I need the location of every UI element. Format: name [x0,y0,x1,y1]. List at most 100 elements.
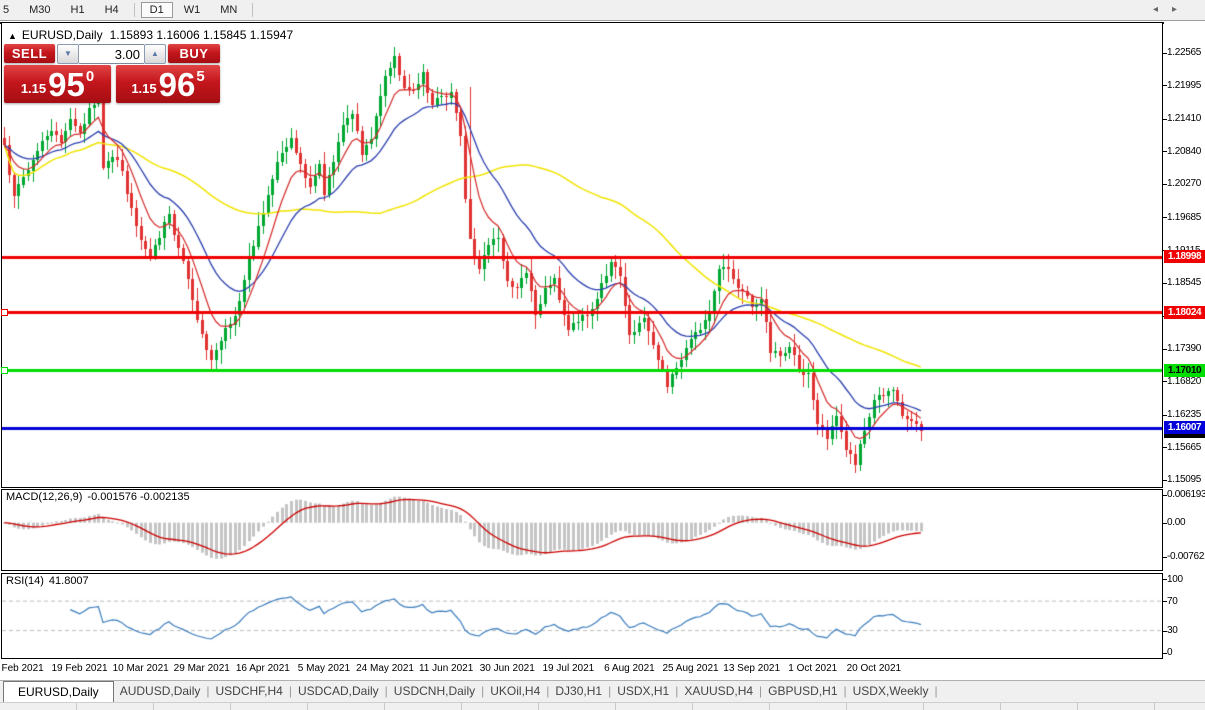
price-tickmark [1163,283,1167,284]
rsi-tick-label: 0 [1167,647,1205,658]
date-tick-label: 13 Sep 2021 [717,663,787,674]
time-axis: 1 Feb 202119 Feb 202110 Mar 202129 Mar 2… [0,659,1205,680]
price-tickmark [1163,151,1167,152]
macd-tickmark [1163,523,1167,524]
timeframe-button-5[interactable]: 5 [1,2,18,18]
tab-separator: | [934,681,937,702]
buy-price-button[interactable]: 1.15 96 5 [116,65,220,103]
volume-increase-button[interactable]: ▲ [144,44,166,64]
price-tickmark [1163,184,1167,185]
toolbar-separator [252,3,253,17]
rsi-tick-label: 70 [1167,596,1205,607]
rsi-value: 41.8007 [49,575,89,587]
volume-decrease-button[interactable]: ▼ [57,44,79,64]
tab-usdx[interactable]: USDX,H1 [611,681,675,702]
tab-usdcad[interactable]: USDCAD,Daily [292,681,385,702]
chart-tab-bar: EURUSD,DailyAUDUSD,Daily|USDCHF,H4|USDCA… [0,680,1205,702]
macd-tick-label: 0.00 [1167,517,1205,528]
timeframe-button-h4[interactable]: H4 [96,2,128,18]
hline-price-tag: 1.18024 [1164,306,1205,319]
one-click-trading-panel: SELL ▼ ▲ BUY 1.15 95 0 1.15 96 5 [4,44,220,103]
price-tickmark [1163,217,1167,218]
rsi-tickmark [1163,601,1167,602]
timeframe-button-d1[interactable]: D1 [141,2,173,18]
tab-usdx[interactable]: USDX,Weekly [847,681,935,702]
price-tick-label: 1.22565 [1167,47,1205,58]
rsi-title: RSI(14) [6,575,44,587]
timeframe-button-mn[interactable]: MN [211,2,246,18]
rsi-tick-label: 30 [1167,625,1205,636]
date-tick-label: 25 Aug 2021 [656,663,726,674]
tab-xauusd[interactable]: XAUUSD,H4 [678,681,759,702]
tab-gbpusd[interactable]: GBPUSD,H1 [762,681,843,702]
timeframe-toolbar: 5M30H1H4 D1W1MN [0,0,1205,21]
tab-dj30[interactable]: DJ30,H1 [549,681,608,702]
price-tick-label: 1.19685 [1167,212,1205,223]
collapse-arrow-icon[interactable]: ▲ [8,31,17,41]
hline-price-tag: 1.16007 [1164,421,1205,434]
date-tick-label: 24 May 2021 [350,663,420,674]
rsi-tickmark [1163,579,1167,580]
buy-button[interactable]: BUY [168,44,220,63]
macd-tick-label: 0.006193 [1167,489,1205,500]
sell-price-prefix: 1.15 [21,81,46,96]
price-tick-label: 1.20270 [1167,178,1205,189]
price-tick-label: 1.17390 [1167,343,1205,354]
hline-drag-handle[interactable] [1,309,8,316]
price-tickmark [1163,447,1167,448]
timeframe-button-h1[interactable]: H1 [62,2,94,18]
date-tick-label: 30 Jun 2021 [472,663,542,674]
status-bar [0,702,1205,710]
tab-eurusd[interactable]: EURUSD,Daily [3,681,114,702]
price-tick-label: 1.15095 [1167,474,1205,485]
timeframe-button-m30[interactable]: M30 [20,2,59,18]
price-tick-label: 1.16820 [1167,376,1205,387]
price-tickmark [1163,349,1167,350]
tab-usdcnh[interactable]: USDCNH,Daily [388,681,481,702]
chart-ohlc-values: 1.15893 1.16006 1.15845 1.15947 [110,28,294,42]
rsi-canvas[interactable] [2,574,1162,658]
chart-symbol-label: EURUSD,Daily [22,28,103,42]
volume-spinner: ▼ ▲ [57,44,166,64]
date-tick-label: 19 Feb 2021 [45,663,115,674]
tab-scroll-left-icon[interactable]: ◂ [1153,4,1172,15]
tab-audusd[interactable]: AUDUSD,Daily [114,681,207,702]
date-tick-label: 6 Aug 2021 [594,663,664,674]
tab-ukoil[interactable]: UKOil,H4 [484,681,546,702]
date-tick-label: 16 Apr 2021 [228,663,298,674]
price-tick-label: 1.20840 [1167,146,1205,157]
toolbar-separator [134,3,135,17]
price-tick-label: 1.21410 [1167,113,1205,124]
price-tickmark [1163,85,1167,86]
rsi-tick-label: 100 [1167,574,1205,585]
buy-price-prefix: 1.15 [131,81,156,96]
date-tick-label: 29 Mar 2021 [167,663,237,674]
date-tick-label: 10 Mar 2021 [106,663,176,674]
price-tick-label: 1.21995 [1167,80,1205,91]
timeframe-button-w1[interactable]: W1 [175,2,210,18]
price-tickmark [1163,381,1167,382]
terminal-window: 5M30H1H4 D1W1MN ▲ EURUSD,Daily 1.15893 1.16… [0,0,1205,710]
price-tick-label: 1.18545 [1167,277,1205,288]
tab-scroll-arrows[interactable]: ◂▸ [1153,4,1191,15]
tab-scroll-right-icon[interactable]: ▸ [1172,4,1191,15]
sell-price-button[interactable]: 1.15 95 0 [4,65,111,103]
chart-legend: ▲ EURUSD,Daily 1.15893 1.16006 1.15845 1.1… [8,28,293,42]
date-tick-label: 1 Oct 2021 [778,663,848,674]
buy-price-big: 96 [159,70,196,100]
date-tick-label: 20 Oct 2021 [839,663,909,674]
hline-drag-handle[interactable] [1,367,8,374]
price-tickmark [1163,53,1167,54]
rsi-tickmark [1163,653,1167,654]
price-tick-label: 1.16235 [1167,409,1205,420]
sell-button[interactable]: SELL [4,44,55,63]
macd-tickmark [1163,495,1167,496]
price-tick-label: 1.15665 [1167,442,1205,453]
macd-tick-label: -0.007621 [1167,551,1205,562]
macd-tickmark [1163,557,1167,558]
date-tick-label: 19 Jul 2021 [533,663,603,674]
volume-input[interactable] [79,44,144,64]
price-tickmark [1163,119,1167,120]
tab-usdchf[interactable]: USDCHF,H4 [210,681,289,702]
date-tick-label: 11 Jun 2021 [411,663,481,674]
